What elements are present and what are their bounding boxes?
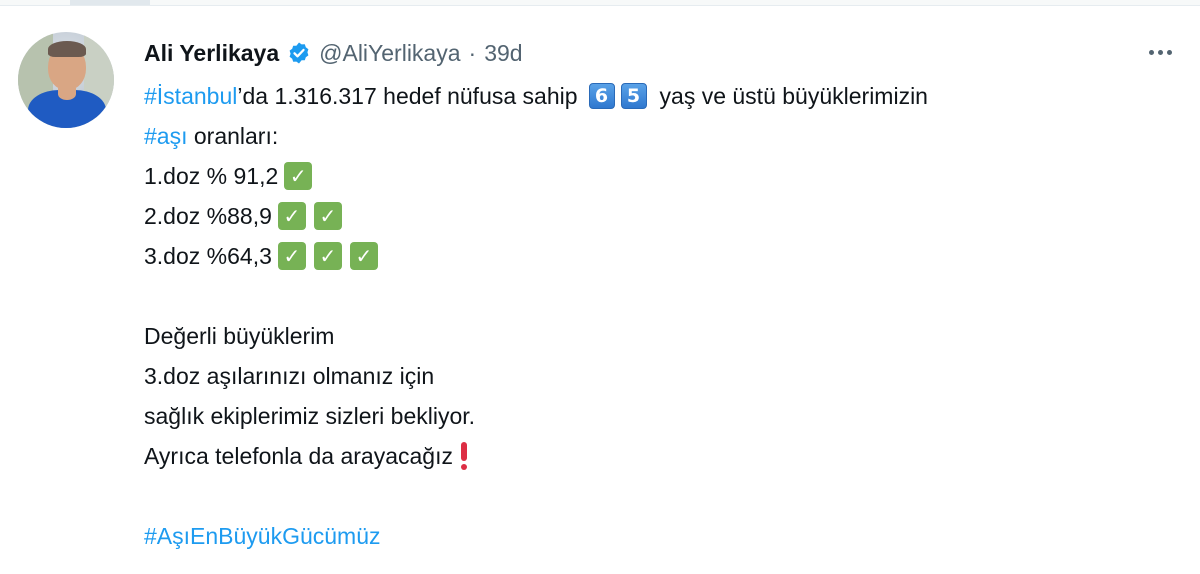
author-name[interactable]: Ali Yerlikaya	[144, 40, 279, 67]
tweet-line: 3.doz aşılarınızı olmanız için	[144, 356, 1174, 396]
tweet-line: sağlık ekiplerimiz sizleri bekliyor.	[144, 396, 1174, 436]
tweet-line: 2.doz %88,9 ✓ ✓	[144, 196, 1174, 236]
tweet-line: Ayrıca telefonla da arayacağız	[144, 436, 1174, 476]
tweet-line: #aşı oranları:	[144, 116, 1174, 156]
keycap-six-icon: 6	[588, 83, 615, 109]
tweet-line: Değerli büyüklerim	[144, 316, 1174, 356]
more-dot	[1148, 49, 1154, 55]
line-text: sağlık ekiplerimiz sizleri bekliyor.	[144, 403, 476, 429]
check-mark-icon: ✓	[313, 242, 342, 270]
exclamation-bar	[460, 442, 467, 461]
tweet-line: #İstanbul ’da 1.316.317 hedef nüfusa sah…	[144, 76, 1174, 116]
line-break	[144, 476, 1174, 516]
check-mark-icon: ✓	[284, 162, 313, 190]
header-separator: ·	[468, 39, 477, 66]
previous-tweet-edge	[0, 0, 1200, 5]
exclamation-point	[460, 464, 467, 470]
keycap-emoji-group: 6 5	[588, 83, 648, 109]
hashtag-link[interactable]: #aşı	[144, 116, 187, 156]
tweet-line: 3.doz %64,3 ✓ ✓ ✓	[144, 236, 1174, 276]
check-emoji-group: ✓ ✓	[274, 202, 342, 230]
line-text: 3.doz aşılarınızı olmanız için	[144, 363, 435, 389]
dose-text: 3.doz %64,3	[144, 243, 272, 269]
tweet-timestamp[interactable]: 39d	[484, 40, 522, 67]
tweet-line: 1.doz % 91,2 ✓	[144, 156, 1174, 196]
line-break	[144, 276, 1174, 316]
check-emoji-group: ✓	[280, 162, 313, 190]
check-emoji-group: ✓ ✓ ✓	[274, 242, 378, 270]
line-text: Değerli büyüklerim	[144, 323, 335, 349]
check-mark-icon: ✓	[349, 242, 378, 270]
dose-text: 2.doz %88,9	[144, 203, 272, 229]
line-text: oranları:	[187, 123, 279, 149]
dose-text: 1.doz % 91,2	[144, 163, 279, 189]
avatar[interactable]	[18, 32, 114, 128]
keycap-five-icon: 5	[620, 83, 647, 109]
hashtag-link[interactable]: #İstanbul	[144, 76, 237, 116]
line-text: ’da 1.316.317 hedef nüfusa sahip	[237, 83, 578, 109]
author-handle[interactable]: @AliYerlikaya	[319, 40, 460, 67]
more-options-icon[interactable]	[1142, 34, 1178, 70]
exclamation-icon	[460, 442, 467, 470]
line-text: Ayrıca telefonla da arayacağız	[144, 443, 453, 469]
tweet-header: Ali Yerlikaya @AliYerlikaya · 39d	[144, 38, 523, 68]
check-mark-icon: ✓	[277, 202, 306, 230]
tweet-line: #AşıEnBüyükGücümüz	[144, 516, 1174, 556]
avatar-hair	[48, 41, 86, 57]
check-mark-icon: ✓	[277, 242, 306, 270]
thread-connector	[70, 0, 150, 5]
tweet-card[interactable]: Ali Yerlikaya @AliYerlikaya · 39d #İstan…	[0, 6, 1200, 574]
check-mark-icon: ✓	[313, 202, 342, 230]
more-dot	[1157, 49, 1163, 55]
hashtag-link[interactable]: #AşıEnBüyükGücümüz	[144, 516, 381, 556]
line-text: yaş ve üstü büyüklerimizin	[659, 83, 928, 109]
verified-badge-icon	[289, 42, 309, 64]
more-dot	[1166, 49, 1172, 55]
tweet-text: #İstanbul ’da 1.316.317 hedef nüfusa sah…	[144, 76, 1174, 556]
